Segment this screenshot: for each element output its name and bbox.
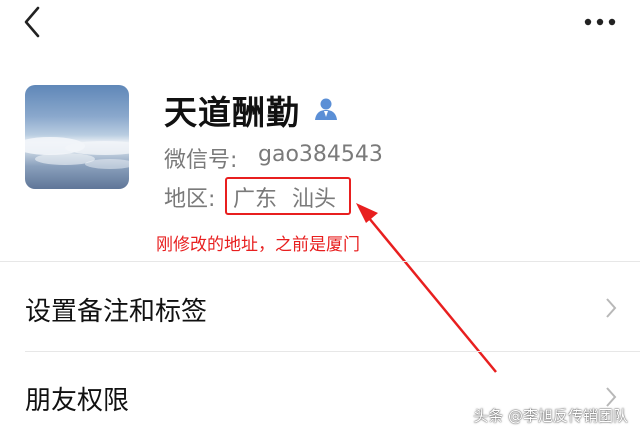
menu-item-label: 设置备注和标签 — [25, 297, 208, 327]
top-bar — [0, 0, 640, 44]
divider — [0, 261, 640, 262]
region-province: 广东 — [233, 187, 278, 212]
wechat-id-label: 微信号: — [164, 148, 238, 173]
menu-item-friend-permissions[interactable]: 朋友权限 — [0, 352, 640, 440]
menu-item-label: 朋友权限 — [25, 386, 130, 416]
chevron-right-icon — [606, 298, 617, 318]
watermark: 头条 @李旭反传销团队 — [473, 407, 628, 425]
avatar[interactable] — [25, 85, 129, 189]
more-dots-icon[interactable] — [580, 6, 620, 36]
contact-person-icon — [315, 98, 337, 120]
region-label: 地区: — [164, 187, 216, 212]
menu-item-remark-tags[interactable]: 设置备注和标签 — [0, 263, 640, 351]
profile-name: 天道酬勤 — [164, 93, 300, 132]
region-city: 汕头 — [292, 187, 337, 212]
back-chevron-icon[interactable] — [18, 4, 48, 40]
wechat-id-value: gao384543 — [258, 142, 383, 167]
annotation-text: 刚修改的地址，之前是厦门 — [156, 235, 360, 255]
